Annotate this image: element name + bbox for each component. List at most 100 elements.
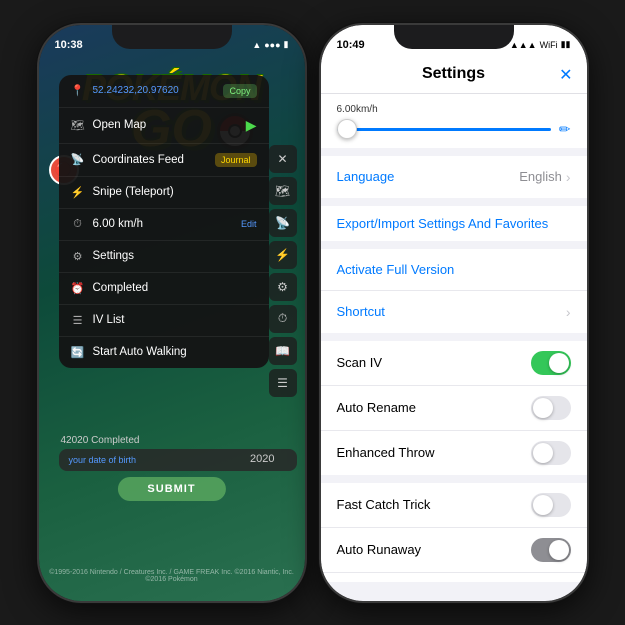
auto-walking-label: Start Auto Walking xyxy=(93,346,257,358)
coordinate-text: 52.24232,20.97620 xyxy=(93,85,216,96)
settings-icon: ⚙ xyxy=(71,250,85,263)
auto-rename-row[interactable]: Auto Rename xyxy=(321,386,587,431)
menu-item-completed[interactable]: ⏰ Completed xyxy=(59,273,269,305)
scan-iv-row[interactable]: Scan IV xyxy=(321,341,587,386)
settings-content[interactable]: 6.00km/h ✏ Language English xyxy=(321,94,587,582)
journal-button[interactable]: Journal xyxy=(215,153,257,167)
fast-catch-row[interactable]: Fast Catch Trick xyxy=(321,483,587,528)
copyright-text: ©1995-2016 Nintendo / Creatures Inc. / G… xyxy=(39,569,305,583)
export-group: Export/Import Settings And Favorites xyxy=(321,206,587,241)
menu-item-auto-walking[interactable]: 🔄 Start Auto Walking xyxy=(59,337,269,368)
settings-header: Settings ✕ xyxy=(321,57,587,94)
iv-list-label: IV List xyxy=(93,314,257,326)
wifi-icon: ▲ xyxy=(252,40,261,50)
toolbar-bolt[interactable]: ⚡ xyxy=(269,241,297,269)
time-right: 10:49 xyxy=(337,39,365,51)
snipe-icon: ⚡ xyxy=(71,186,85,199)
toolbar-gear[interactable]: ⚙ xyxy=(269,273,297,301)
status-icons-right: ▲▲▲ WiFi ▮▮ xyxy=(510,39,571,50)
date-label: your date of birth xyxy=(69,455,137,465)
settings-title: Settings xyxy=(422,65,485,83)
menu-item-settings[interactable]: ⚙ Settings xyxy=(59,241,269,273)
menu-item-speed[interactable]: ⏱ 6.00 km/h Edit xyxy=(59,209,269,241)
toolbar-map[interactable]: 🗺 xyxy=(269,177,297,205)
enhanced-throw-label: Enhanced Throw xyxy=(337,445,531,460)
time-left: 10:38 xyxy=(55,39,83,51)
menu-overlay: 📍 52.24232,20.97620 Copy 🗺 Open Map ▶ 📡 … xyxy=(59,75,269,368)
auto-rename-toggle[interactable] xyxy=(531,396,571,420)
toolbar-list[interactable]: ☰ xyxy=(269,369,297,397)
completed-label: Completed xyxy=(93,282,257,294)
language-value: English xyxy=(519,169,562,184)
close-button[interactable]: ✕ xyxy=(559,65,572,85)
side-toolbar: ✕ 🗺 📡 ⚡ ⚙ ⏱ 📖 ☰ xyxy=(269,145,297,397)
feed-label: Coordinates Feed xyxy=(93,154,207,166)
copy-button[interactable]: Copy xyxy=(223,84,256,98)
list-icon: ☰ xyxy=(71,314,85,327)
menu-item-iv-list[interactable]: ☰ IV List xyxy=(59,305,269,337)
auto-runaway-shiny-row[interactable]: Auto Runaway If Not Shiny xyxy=(321,573,587,582)
export-label: Export/Import Settings And Favorites xyxy=(337,216,549,231)
speed-section: 6.00km/h ✏ xyxy=(321,94,587,148)
language-group: Language English › xyxy=(321,156,587,198)
speed-label: 6.00 km/h xyxy=(93,218,233,230)
right-screen: 10:49 ▲▲▲ WiFi ▮▮ Settings ✕ 6. xyxy=(321,25,587,601)
fast-catch-toggle[interactable] xyxy=(531,493,571,517)
battery-icon: ▮ xyxy=(284,39,289,50)
menu-item-coordinates-feed[interactable]: 📡 Coordinates Feed Journal xyxy=(59,144,269,177)
language-label: Language xyxy=(337,169,520,184)
completed-count: 42020 Completed xyxy=(61,435,140,446)
wifi-right: WiFi xyxy=(540,40,558,50)
open-map-label: Open Map xyxy=(93,119,238,131)
feed-icon: 📡 xyxy=(71,153,85,166)
auto-runaway-row[interactable]: Auto Runaway xyxy=(321,528,587,573)
shortcut-row[interactable]: Shortcut › xyxy=(321,291,587,333)
shortcut-label: Shortcut xyxy=(337,304,566,319)
phone-notch-right xyxy=(394,25,514,49)
language-row[interactable]: Language English › xyxy=(321,156,587,198)
slider-track[interactable] xyxy=(337,128,551,131)
map-arrow-icon: ▶ xyxy=(246,117,257,134)
signal-right: ▲▲▲ xyxy=(510,40,537,50)
right-phone: 10:49 ▲▲▲ WiFi ▮▮ Settings ✕ 6. xyxy=(319,23,589,603)
activate-label: Activate Full Version xyxy=(337,262,571,277)
speed-slider[interactable]: ✏ xyxy=(337,121,571,138)
scan-iv-label: Scan IV xyxy=(337,355,531,370)
scan-iv-knob xyxy=(549,353,569,373)
toolbar-rss[interactable]: 📡 xyxy=(269,209,297,237)
toolbar-timer[interactable]: ⏱ xyxy=(269,305,297,333)
toggle-group-1: Scan IV Auto Rename Enhanced Throw xyxy=(321,341,587,475)
enhanced-throw-row[interactable]: Enhanced Throw xyxy=(321,431,587,475)
auto-runaway-toggle[interactable] xyxy=(531,538,571,562)
signal-icon: ●●● xyxy=(264,40,280,50)
submit-button[interactable]: SUBMIT xyxy=(117,477,225,501)
edit-speed-icon[interactable]: ✏ xyxy=(559,121,571,138)
settings-label: Settings xyxy=(93,250,257,262)
slider-thumb[interactable] xyxy=(337,119,357,139)
auto-rename-knob xyxy=(533,398,553,418)
menu-item-open-map[interactable]: 🗺 Open Map ▶ xyxy=(59,108,269,144)
walk-icon: 🔄 xyxy=(71,346,85,359)
left-phone: 10:38 ▲ ●●● ▮ POKÉMON GO 🔴 ✕ xyxy=(37,23,307,603)
menu-item-snipe[interactable]: ⚡ Snipe (Teleport) xyxy=(59,177,269,209)
auto-runaway-knob xyxy=(549,540,569,560)
export-row[interactable]: Export/Import Settings And Favorites xyxy=(321,206,587,241)
toolbar-close[interactable]: ✕ xyxy=(269,145,297,173)
edit-button[interactable]: Edit xyxy=(241,219,257,229)
speed-icon: ⏱ xyxy=(71,218,85,231)
fullversion-group: Activate Full Version Shortcut › xyxy=(321,249,587,333)
location-icon: 📍 xyxy=(71,84,85,97)
auto-rename-label: Auto Rename xyxy=(337,400,531,415)
toolbar-book[interactable]: 📖 xyxy=(269,337,297,365)
snipe-label: Snipe (Teleport) xyxy=(93,186,257,198)
left-screen: 10:38 ▲ ●●● ▮ POKÉMON GO 🔴 ✕ xyxy=(39,25,305,601)
map-icon: 🗺 xyxy=(71,119,85,132)
enhanced-throw-toggle[interactable] xyxy=(531,441,571,465)
fast-catch-knob xyxy=(533,495,553,515)
activate-row[interactable]: Activate Full Version xyxy=(321,249,587,291)
language-chevron-icon: › xyxy=(566,169,571,185)
menu-item-coordinate[interactable]: 📍 52.24232,20.97620 Copy xyxy=(59,75,269,108)
scan-iv-toggle[interactable] xyxy=(531,351,571,375)
auto-runaway-label: Auto Runaway xyxy=(337,542,531,557)
year-text: 2020 xyxy=(250,453,274,465)
